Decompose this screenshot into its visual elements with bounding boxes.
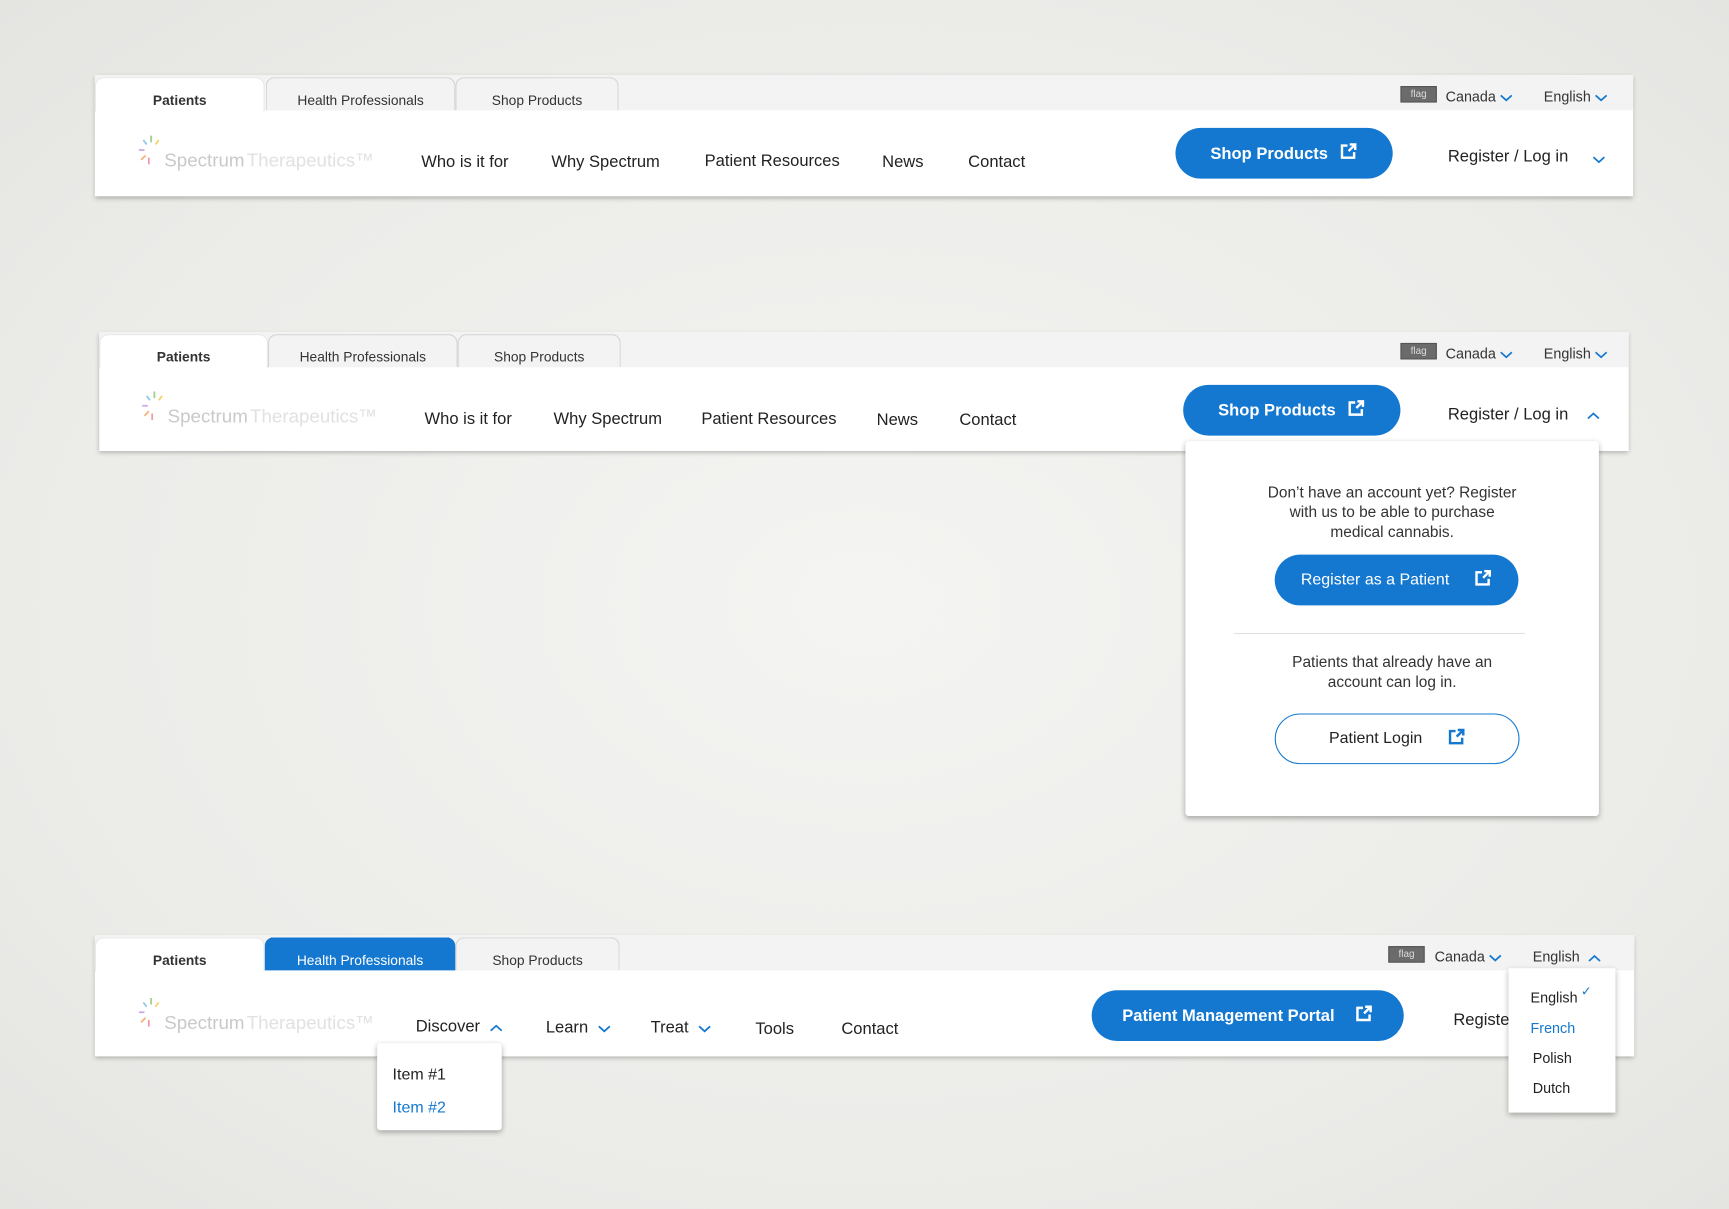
- patient-management-portal-button[interactable]: Patient Management Portal: [1091, 990, 1404, 1041]
- country-label: Canada: [1434, 948, 1485, 965]
- shop-products-button[interactable]: Shop Products: [1175, 127, 1393, 179]
- nav-treat[interactable]: Treat: [651, 1018, 711, 1037]
- chevron-down-icon: [597, 1019, 611, 1038]
- checkmark-icon: ✓: [1580, 983, 1592, 1000]
- nav-who-is-it-for[interactable]: Who is it for: [425, 410, 512, 429]
- register-login-toggle[interactable]: Register / Log in: [1448, 405, 1568, 424]
- language-selector[interactable]: English: [1533, 948, 1601, 966]
- nav-learn[interactable]: Learn: [546, 1018, 611, 1037]
- header-patients-account-open: Patients Health Professionals Shop Produ…: [99, 331, 1629, 452]
- country-selector[interactable]: Canada: [1435, 948, 1502, 966]
- register-button-label: Register as a Patient: [1300, 571, 1450, 589]
- language-menu: English ✓ French Polish Dutch: [1508, 968, 1616, 1113]
- chevron-up-icon: [1588, 949, 1601, 966]
- logo[interactable]: Spectrum Therapeutics™: [138, 996, 374, 1035]
- register-prompt-line: medical cannabis.: [1330, 522, 1454, 541]
- nav-why-spectrum[interactable]: Why Spectrum: [551, 153, 659, 172]
- language-label: English: [1543, 88, 1591, 105]
- language-option[interactable]: Dutch: [1533, 1080, 1570, 1097]
- login-prompt-line: account can log in.: [1327, 672, 1457, 691]
- chevron-up-icon: [489, 1018, 502, 1037]
- tab-patients[interactable]: Patients: [94, 937, 265, 972]
- nav-tools[interactable]: Tools: [755, 1019, 794, 1038]
- external-link-icon: [1447, 727, 1466, 750]
- register-prompt-line: with us to be able to purchase: [1289, 502, 1495, 521]
- login-prompt-line: Patients that already have an: [1292, 652, 1493, 671]
- shop-products-label: Shop Products: [1210, 143, 1329, 163]
- account-dropdown: Don’t have an account yet? Register with…: [1185, 441, 1599, 816]
- nav-news[interactable]: News: [882, 153, 923, 172]
- nav-treat-label: Treat: [650, 1018, 689, 1037]
- nav-discover-label: Discover: [415, 1016, 481, 1036]
- country-selector[interactable]: Canada: [1446, 88, 1513, 106]
- register-prompt: Don’t have an account yet? Register with…: [1185, 482, 1599, 542]
- shop-products-button[interactable]: Shop Products: [1183, 384, 1401, 436]
- register-as-patient-button[interactable]: Register as a Patient: [1274, 554, 1519, 606]
- language-label: English: [1532, 948, 1580, 965]
- shop-products-label: Shop Products: [1218, 400, 1336, 420]
- language-option-hovered[interactable]: French: [1531, 1020, 1576, 1037]
- language-option[interactable]: Polish: [1533, 1050, 1572, 1067]
- chevron-down-icon: [1500, 346, 1513, 363]
- country-selector[interactable]: Canada: [1446, 345, 1513, 363]
- tab-health-professionals[interactable]: Health Professionals: [265, 77, 456, 111]
- logo-mark-icon: [141, 389, 165, 428]
- logo[interactable]: Spectrum Therapeutics™: [138, 133, 374, 172]
- discover-submenu: Item #1 Item #2: [377, 1043, 502, 1131]
- flag-image: flag: [1400, 86, 1437, 103]
- tab-health-professionals[interactable]: Health Professionals: [267, 334, 458, 368]
- nav-contact[interactable]: Contact: [968, 153, 1025, 172]
- external-link-icon: [1354, 1004, 1373, 1027]
- login-button-label: Patient Login: [1328, 729, 1423, 748]
- tab-patients[interactable]: Patients: [99, 334, 268, 369]
- language-selector[interactable]: English: [1544, 88, 1608, 106]
- nav-patient-resources[interactable]: Patient Resources: [705, 152, 840, 171]
- country-label: Canada: [1445, 345, 1496, 362]
- flag-image: flag: [1400, 342, 1437, 360]
- login-prompt: Patients that already have an account ca…: [1185, 652, 1599, 692]
- logo[interactable]: Spectrum Therapeutics™: [141, 389, 377, 428]
- chevron-down-icon: [1489, 949, 1502, 966]
- chevron-down-icon: [1595, 89, 1608, 106]
- nav-why-spectrum[interactable]: Why Spectrum: [554, 410, 662, 429]
- chevron-down-icon: [1500, 89, 1513, 106]
- chevron-up-icon[interactable]: [1587, 406, 1600, 426]
- country-label: Canada: [1445, 88, 1496, 105]
- register-prompt-line: Don’t have an account yet? Register: [1267, 482, 1517, 501]
- nav-contact[interactable]: Contact: [959, 411, 1016, 430]
- nav-news[interactable]: News: [877, 411, 918, 430]
- nav-who-is-it-for[interactable]: Who is it for: [421, 153, 508, 172]
- language-option-label: English: [1530, 989, 1578, 1006]
- nav-discover[interactable]: Discover: [416, 1017, 503, 1036]
- header-patients-default: Patients Health Professionals Shop Produ…: [94, 74, 1634, 197]
- flag-image: flag: [1388, 946, 1425, 963]
- tab-shop-products[interactable]: Shop Products: [455, 77, 619, 111]
- submenu-item-hovered[interactable]: Item #2: [393, 1099, 446, 1117]
- nav-patient-resources[interactable]: Patient Resources: [701, 410, 836, 429]
- tab-shop-products[interactable]: Shop Products: [457, 334, 621, 368]
- tab-patients[interactable]: Patients: [94, 77, 265, 112]
- logo-mark-icon: [138, 133, 162, 172]
- patient-login-button[interactable]: Patient Login: [1274, 713, 1520, 765]
- chevron-down-icon: [1595, 346, 1608, 363]
- chevron-down-icon[interactable]: [1592, 150, 1606, 170]
- logo-mark-icon: [138, 996, 162, 1035]
- external-link-icon: [1474, 568, 1493, 591]
- language-option-selected[interactable]: English ✓: [1530, 984, 1592, 1006]
- language-selector[interactable]: English: [1544, 345, 1608, 363]
- divider: [1233, 632, 1526, 635]
- language-label: English: [1543, 345, 1591, 362]
- tab-health-professionals[interactable]: Health Professionals: [264, 937, 456, 971]
- nav-contact[interactable]: Contact: [841, 1019, 898, 1038]
- submenu-item[interactable]: Item #1: [393, 1066, 446, 1084]
- external-link-icon: [1339, 142, 1358, 165]
- nav-learn-label: Learn: [545, 1018, 589, 1037]
- header-health-professionals: Patients Health Professionals Shop Produ…: [94, 935, 1635, 1057]
- register-login-toggle[interactable]: Register / Log in: [1448, 147, 1568, 166]
- portal-button-label: Patient Management Portal: [1122, 1006, 1335, 1025]
- register-login-toggle[interactable]: Registe: [1453, 1011, 1509, 1030]
- chevron-down-icon: [698, 1019, 711, 1038]
- tab-shop-products[interactable]: Shop Products: [455, 937, 620, 971]
- external-link-icon: [1347, 399, 1366, 422]
